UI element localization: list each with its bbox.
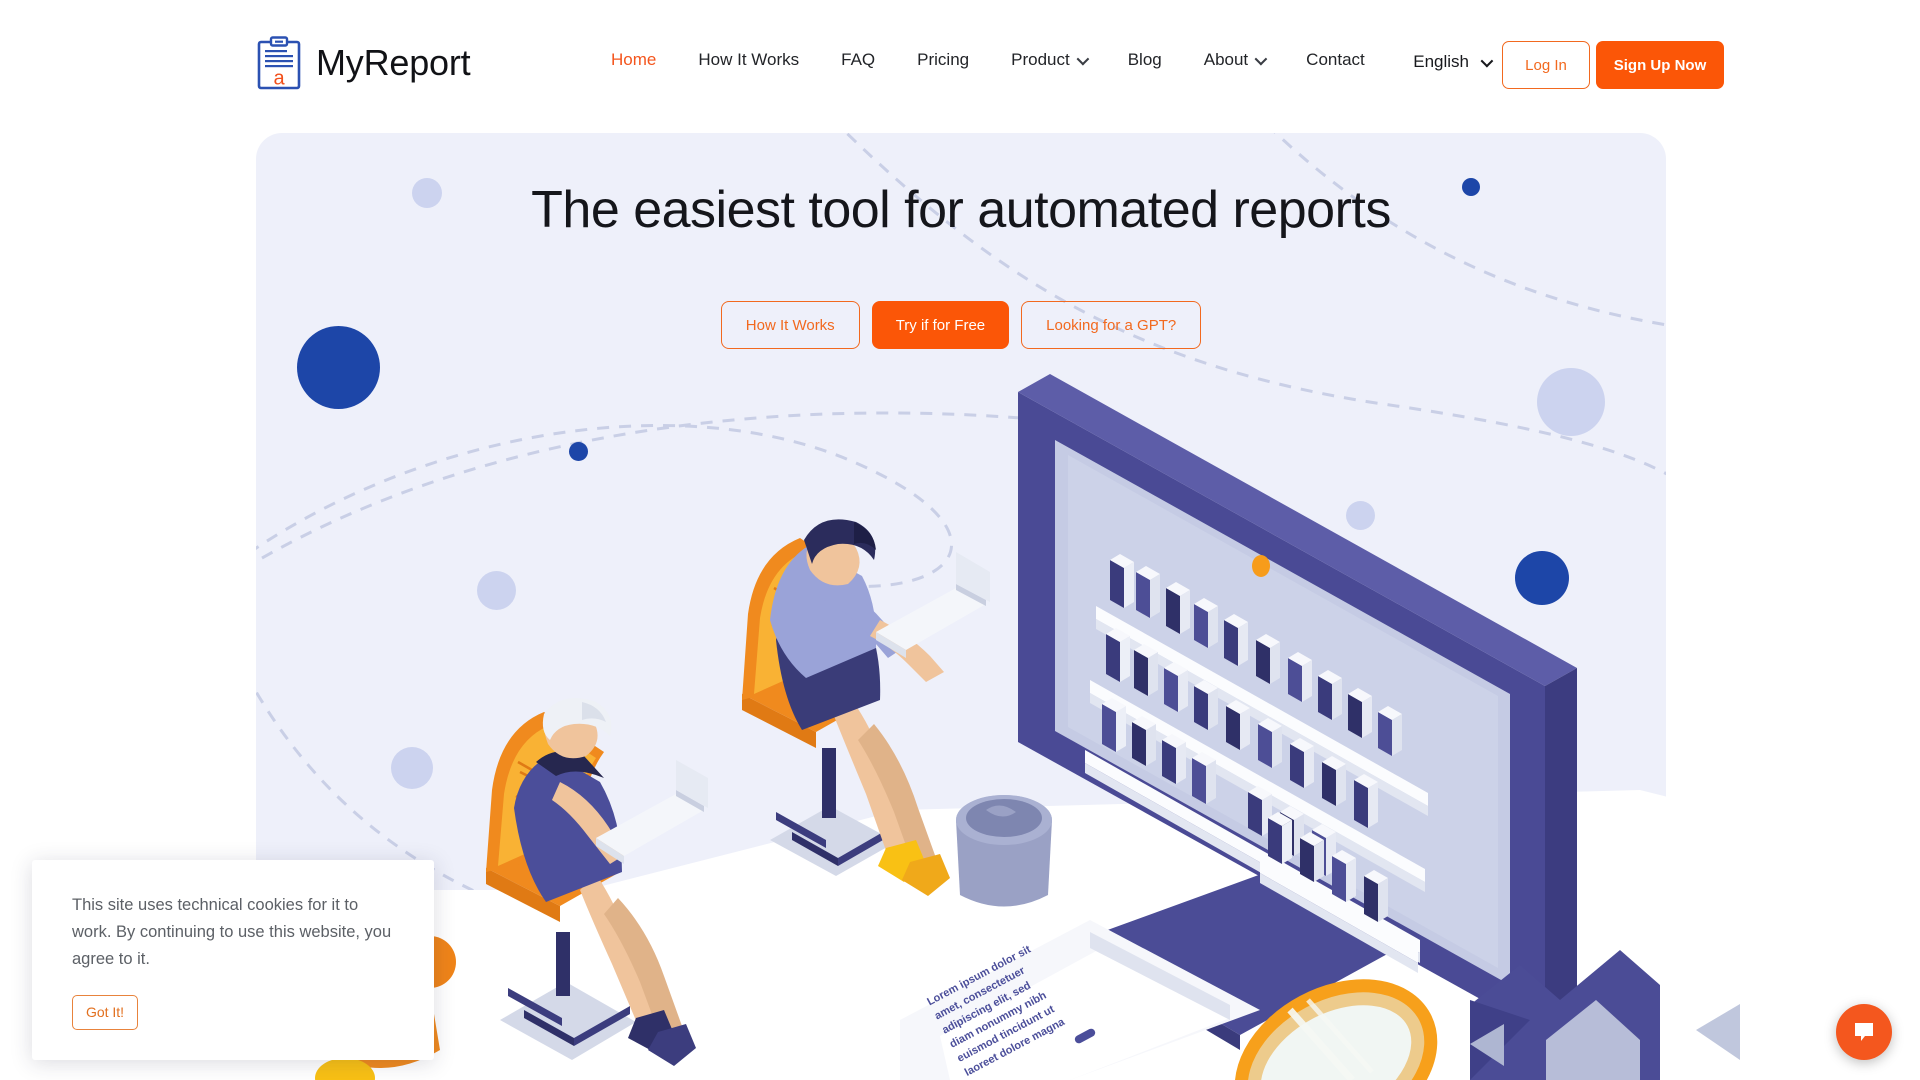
cookie-accept-button[interactable]: Got It! [72,994,138,1030]
cookie-consent-banner: This site uses technical cookies for it … [32,860,434,1060]
nav-item-label: Home [611,50,657,69]
nav-item-blog[interactable]: Blog [1107,50,1183,70]
svg-text:Lorem ipsum dolor sit: Lorem ipsum dolor sit [925,943,1033,1008]
decorative-circle [1346,501,1375,530]
nav-item-label: About [1203,50,1249,69]
nav-item-product[interactable]: Product [990,50,1107,70]
nav-item-label: Blog [1127,50,1162,69]
nav-item-label: How It Works [698,50,800,69]
brand-logo[interactable]: a MyReport [256,36,471,90]
nav-item-label: Pricing [917,50,970,69]
chevron-down-icon [1254,52,1268,65]
nav-item-label: Product [1011,50,1070,69]
decorative-circle [1515,551,1569,605]
nav-item-label: FAQ [841,50,876,69]
decorative-circle [1537,368,1605,436]
site-header: a MyReport Home How It Works FAQ Pricing… [0,0,1920,133]
clipboard-report-icon: a [257,36,301,90]
page-title: The easiest tool for automated reports [531,181,1391,239]
nav-item-contact[interactable]: Contact [1285,50,1386,70]
nav-item-about[interactable]: About [1183,50,1285,70]
hero-cta-looking-for-gpt[interactable]: Looking for a GPT? [1021,301,1202,349]
svg-text:a: a [273,68,285,90]
hero-cta-try-free[interactable]: Try if for Free [871,301,1010,349]
brand-name: MyReport [316,42,471,83]
login-button[interactable]: Log In [1502,41,1590,89]
nav-item-how-it-works[interactable]: How It Works [677,50,820,70]
decorative-dashed-curves [256,133,1666,890]
hero-cta-group: How It Works Try if for Free Looking for… [256,301,1666,349]
signup-button[interactable]: Sign Up Now [1596,41,1724,89]
nav-item-home[interactable]: Home [590,50,677,70]
cookie-consent-message: This site uses technical cookies for it … [72,896,392,968]
svg-text:adipiscing elit, sed: adipiscing elit, sed [940,980,1033,1037]
chevron-down-icon [1480,54,1494,67]
chevron-down-icon [1076,52,1089,65]
main-navigation: Home How It Works FAQ Pricing Product Bl… [590,50,1386,70]
decorative-circle [569,442,588,461]
language-selector[interactable]: English [1413,52,1494,72]
nav-item-label: Contact [1306,50,1365,69]
svg-text:amet, consectetuer: amet, consectetuer [933,964,1028,1022]
svg-text:euismod tincidunt ut: euismod tincidunt ut [955,1003,1056,1065]
decorative-circle [391,747,433,789]
chat-widget-button[interactable] [1836,1004,1892,1060]
nav-item-pricing[interactable]: Pricing [896,50,990,70]
decorative-circle [477,571,516,610]
language-selector-value: English [1413,52,1469,71]
svg-text:diam nonummy nibh: diam nonummy nibh [948,989,1049,1050]
hero-panel: The easiest tool for automated reports H… [256,133,1666,890]
chat-bubble-icon [1855,1023,1873,1041]
svg-text:laoreet dolore magna: laoreet dolore magna [963,1016,1068,1079]
page-root: a MyReport Home How It Works FAQ Pricing… [0,0,1920,1080]
hero-cta-how-it-works[interactable]: How It Works [720,301,860,349]
nav-item-faq[interactable]: FAQ [820,50,896,70]
